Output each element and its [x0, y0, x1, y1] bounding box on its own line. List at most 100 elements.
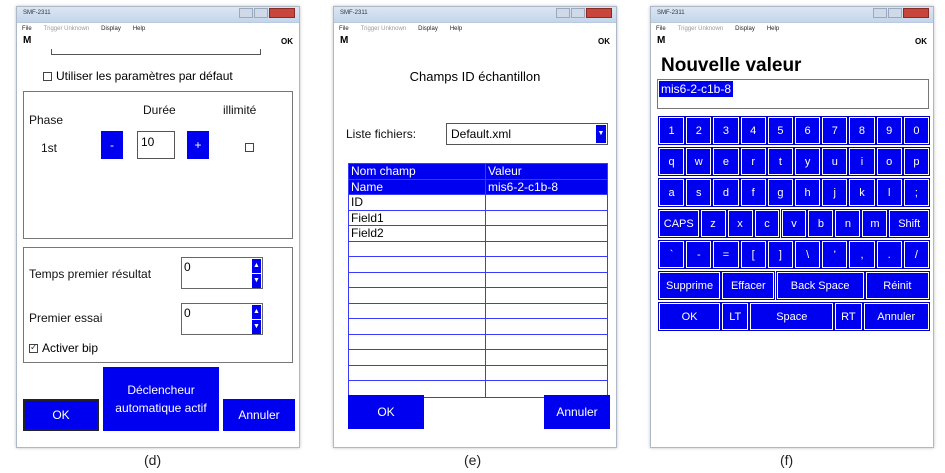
duration-input[interactable]: 10 — [137, 131, 175, 159]
default-params-checkbox[interactable] — [43, 71, 52, 81]
key-3-1[interactable]: z — [699, 209, 727, 238]
key-1-9[interactable]: p — [902, 147, 930, 176]
table-row[interactable]: Field1 — [349, 210, 607, 226]
key-6-4[interactable]: Annuler — [862, 302, 930, 331]
table-row[interactable] — [349, 303, 607, 319]
key-0-2[interactable]: 3 — [712, 116, 740, 145]
ok-button[interactable]: OK — [348, 395, 424, 429]
key-0-9[interactable]: 0 — [902, 116, 930, 145]
ok-icon[interactable]: OK — [281, 37, 293, 46]
spin-up-icon[interactable]: ▲ — [252, 259, 261, 273]
key-2-4[interactable]: g — [766, 178, 794, 207]
key-0-8[interactable]: 9 — [875, 116, 903, 145]
increment-button[interactable]: + — [187, 131, 209, 159]
key-2-9[interactable]: ; — [902, 178, 930, 207]
key-1-4[interactable]: t — [766, 147, 794, 176]
key-3-6[interactable]: n — [834, 209, 862, 238]
key-6-2[interactable]: Space — [749, 302, 835, 331]
table-row[interactable]: ID — [349, 195, 607, 211]
key-4-2[interactable]: = — [712, 240, 740, 269]
menu-help[interactable]: Help — [133, 26, 145, 32]
key-2-0[interactable]: a — [657, 178, 686, 207]
table-row[interactable]: Field2 — [349, 226, 607, 242]
meter-icon[interactable]: M — [23, 35, 31, 46]
key-1-1[interactable]: w — [685, 147, 713, 176]
minimize-button[interactable] — [873, 8, 887, 18]
key-1-2[interactable]: e — [712, 147, 740, 176]
key-2-8[interactable]: l — [875, 178, 903, 207]
key-5-3[interactable]: Réinit — [864, 271, 930, 300]
table-row[interactable] — [349, 334, 607, 350]
table-row[interactable] — [349, 319, 607, 335]
menu-help[interactable]: Help — [767, 26, 779, 32]
maximize-button[interactable] — [888, 8, 902, 18]
key-4-5[interactable]: \ — [793, 240, 822, 269]
key-3-3[interactable]: c — [753, 209, 781, 238]
close-button[interactable] — [269, 8, 295, 18]
key-2-1[interactable]: s — [685, 178, 713, 207]
key-3-0[interactable]: CAPS — [658, 209, 700, 238]
key-4-8[interactable]: . — [875, 240, 903, 269]
maximize-button[interactable] — [571, 8, 585, 18]
minimize-button[interactable] — [239, 8, 253, 18]
key-0-0[interactable]: 1 — [657, 116, 686, 145]
menu-file[interactable]: File — [656, 26, 666, 32]
ok-button[interactable]: OK — [23, 399, 99, 431]
key-2-5[interactable]: h — [793, 178, 822, 207]
table-row[interactable] — [349, 241, 607, 257]
key-3-2[interactable]: x — [726, 209, 754, 238]
key-5-0[interactable]: Supprime — [657, 271, 722, 300]
menu-file[interactable]: File — [22, 26, 32, 32]
menu-trigger[interactable]: Trigger Unknown — [44, 26, 89, 32]
ok-icon[interactable]: OK — [915, 37, 927, 46]
table-row[interactable]: Name mis6-2-c1b-8 — [349, 179, 607, 195]
spin-up-icon[interactable]: ▲ — [252, 305, 261, 319]
key-2-7[interactable]: k — [848, 178, 876, 207]
menu-help[interactable]: Help — [450, 26, 462, 32]
key-2-2[interactable]: d — [712, 178, 740, 207]
key-2-3[interactable]: f — [739, 178, 767, 207]
key-3-4[interactable]: v — [780, 209, 808, 238]
key-0-5[interactable]: 6 — [793, 116, 822, 145]
beep-checkbox[interactable] — [29, 342, 38, 353]
key-6-3[interactable]: RT — [834, 302, 863, 331]
meter-icon[interactable]: M — [340, 35, 348, 46]
key-2-6[interactable]: j — [821, 178, 849, 207]
menu-display[interactable]: Display — [101, 26, 121, 32]
meter-icon[interactable]: M — [657, 35, 665, 46]
key-5-2[interactable]: Back Space — [775, 271, 865, 300]
key-4-6[interactable]: ' — [821, 240, 849, 269]
key-6-0[interactable]: OK — [657, 302, 722, 331]
close-button[interactable] — [903, 8, 929, 18]
key-6-1[interactable]: LT — [721, 302, 750, 331]
table-row[interactable] — [349, 350, 607, 366]
menu-file[interactable]: File — [339, 26, 349, 32]
key-4-4[interactable]: ] — [766, 240, 794, 269]
chevron-down-icon[interactable]: ▼ — [596, 125, 606, 143]
value-input[interactable]: mis6-2-c1b-8 — [657, 79, 929, 109]
cancel-button[interactable]: Annuler — [544, 395, 610, 429]
key-1-8[interactable]: o — [875, 147, 903, 176]
decrement-button[interactable]: - — [101, 131, 123, 159]
menu-trigger[interactable]: Trigger Unknown — [678, 26, 723, 32]
cancel-button[interactable]: Annuler — [223, 399, 295, 431]
table-row[interactable] — [349, 272, 607, 288]
ok-icon[interactable]: OK — [598, 37, 610, 46]
key-4-9[interactable]: / — [902, 240, 930, 269]
file-list-select[interactable]: Default.xml ▼ — [446, 123, 608, 145]
key-1-0[interactable]: q — [657, 147, 686, 176]
key-1-5[interactable]: y — [793, 147, 822, 176]
key-0-7[interactable]: 8 — [848, 116, 876, 145]
key-3-8[interactable]: Shift — [888, 209, 930, 238]
spin-down-icon[interactable]: ▼ — [252, 320, 261, 334]
key-4-3[interactable]: [ — [739, 240, 767, 269]
auto-trigger-button[interactable]: Déclencheur automatique actif — [103, 367, 219, 431]
menu-display[interactable]: Display — [418, 26, 438, 32]
table-row[interactable] — [349, 365, 607, 381]
minimize-button[interactable] — [556, 8, 570, 18]
unlimited-checkbox[interactable] — [245, 143, 254, 152]
menu-display[interactable]: Display — [735, 26, 755, 32]
key-1-6[interactable]: u — [821, 147, 849, 176]
key-3-5[interactable]: b — [807, 209, 835, 238]
key-4-7[interactable]: , — [848, 240, 876, 269]
